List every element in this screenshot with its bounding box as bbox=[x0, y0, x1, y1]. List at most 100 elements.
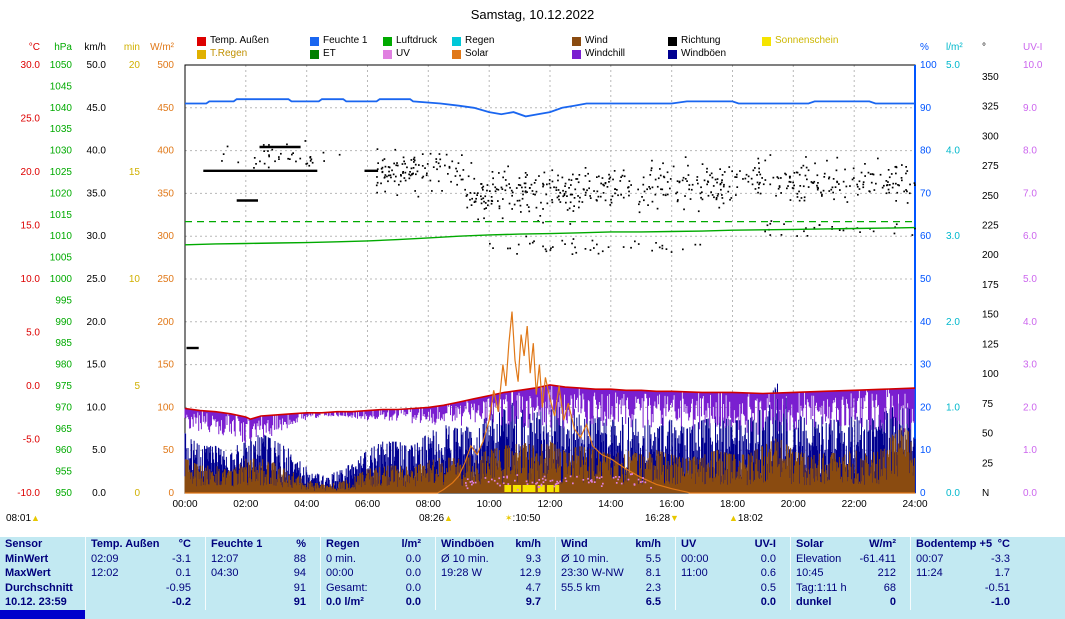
x-tick-label: 14:00 bbox=[598, 499, 623, 510]
axis-tick-label: N bbox=[982, 488, 989, 499]
axis-tick-label: 1010 bbox=[50, 231, 73, 242]
table-row: Durchschnitt-0.9591Gesamt:0.04.755.5 km2… bbox=[0, 581, 1065, 596]
cell-value: 0.0 bbox=[761, 552, 776, 567]
cell-text: MinWert bbox=[5, 552, 48, 567]
axis-tick-label: 1050 bbox=[50, 60, 73, 71]
axis-tick-label: 1020 bbox=[50, 188, 73, 199]
cell-value: 8.1 bbox=[646, 566, 661, 581]
cell-label: Windböen bbox=[441, 537, 494, 552]
legend-label: Feuchte 1 bbox=[323, 36, 367, 46]
sun-event-time: 08:26 bbox=[419, 513, 444, 524]
cell-label: 00:07 bbox=[916, 552, 944, 567]
table-cell: Ø 10 min.9.3 bbox=[435, 552, 555, 567]
cell-value: 5.5 bbox=[646, 552, 661, 567]
cell-label: 04:30 bbox=[211, 566, 239, 581]
axis-tick-label: 250 bbox=[982, 191, 999, 202]
table-cell: 19:28 W12.9 bbox=[435, 566, 555, 581]
table-cell: -0.95 bbox=[85, 581, 205, 596]
axis-tick-label: 70 bbox=[920, 188, 932, 199]
axis-tick-label: 30 bbox=[920, 360, 932, 371]
axis-tick-label: 4.0 bbox=[946, 146, 960, 157]
sun-event-time: 08:01 bbox=[6, 513, 31, 524]
axis-tick-label: 0.0 bbox=[946, 488, 960, 499]
axis-tick-label: 0.0 bbox=[1023, 488, 1037, 499]
sun-event-icon: ✶ bbox=[505, 513, 513, 523]
axis-unit-label: °C bbox=[29, 42, 40, 53]
cell-value: 1.7 bbox=[995, 566, 1010, 581]
cell-value: UV-I bbox=[755, 537, 776, 552]
legend-color-swatch bbox=[452, 37, 461, 46]
x-tick-label: 16:00 bbox=[659, 499, 684, 510]
x-tick-label: 02:00 bbox=[233, 499, 258, 510]
table-cell: dunkel0 bbox=[790, 595, 910, 610]
cell-label: 10:45 bbox=[796, 566, 824, 581]
axis-tick-label: 100 bbox=[920, 60, 937, 71]
sun-time-18-02: ▲18:02 bbox=[729, 513, 763, 524]
cell-value: 9.7 bbox=[526, 595, 541, 610]
axis-tick-label: 1040 bbox=[50, 103, 73, 114]
cell-value: W/m² bbox=[869, 537, 896, 552]
cell-value: °C bbox=[998, 537, 1010, 552]
axis-deg: °350325300275250225200175150125100755025… bbox=[982, 42, 999, 499]
cell-value: 0.5 bbox=[761, 581, 776, 596]
cell-value: 0.0 bbox=[406, 566, 421, 581]
axis-tick-label: 30.0 bbox=[21, 60, 41, 71]
axis-tick-label: 1035 bbox=[50, 124, 73, 135]
axis-tick-label: 10 bbox=[920, 445, 932, 456]
sun-event-icon: ▲ bbox=[444, 513, 453, 523]
table-cell: 0.5 bbox=[675, 581, 790, 596]
cell-value: -3.3 bbox=[991, 552, 1010, 567]
table-row: 10.12. 23:59-0.2910.0 l/m²0.09.76.50.0du… bbox=[0, 595, 1065, 610]
legend-item-et: ET bbox=[310, 49, 336, 59]
axis-unit-label: UV-I bbox=[1023, 42, 1042, 53]
legend-item-richtung: Richtung bbox=[668, 36, 720, 46]
axis-tick-label: 5.0 bbox=[946, 60, 960, 71]
cell-value: 0 bbox=[890, 595, 896, 610]
axis-tick-label: 10.0 bbox=[87, 402, 107, 413]
legend-color-swatch bbox=[452, 50, 461, 59]
axis-tick-label: 80 bbox=[920, 146, 932, 157]
legend-label: Windböen bbox=[681, 49, 726, 59]
legend-item-temp-au-en: Temp. Außen bbox=[197, 36, 269, 46]
header-cell-uv: UVUV-I bbox=[675, 537, 790, 552]
axis-tick-label: 500 bbox=[157, 60, 174, 71]
legend-label: T.Regen bbox=[210, 49, 247, 59]
legend-color-swatch bbox=[572, 37, 581, 46]
cell-label: 23:30 W-NW bbox=[561, 566, 624, 581]
cell-text: Durchschnitt bbox=[5, 581, 73, 596]
table-cell: 00:000.0 bbox=[675, 552, 790, 567]
axis-tick-label: 8.0 bbox=[1023, 146, 1037, 157]
legend-color-swatch bbox=[572, 50, 581, 59]
axis-tick-label: 965 bbox=[55, 424, 72, 435]
legend-item-windb-en: Windböen bbox=[668, 49, 726, 59]
axis-min: min20151050 bbox=[124, 42, 141, 499]
axis-tick-label: 9.0 bbox=[1023, 103, 1037, 114]
axis-tick-label: 995 bbox=[55, 295, 72, 306]
table-cell: Ø 10 min.5.5 bbox=[555, 552, 675, 567]
table-cell: 02:09-3.1 bbox=[85, 552, 205, 567]
cell-value: km/h bbox=[635, 537, 661, 552]
axis-tick-label: 20 bbox=[129, 60, 141, 71]
legend-color-swatch bbox=[668, 37, 677, 46]
table-row: MaxWert12:020.104:309400:000.019:28 W12.… bbox=[0, 566, 1065, 581]
table-cell: 00:000.0 bbox=[320, 566, 435, 581]
cell-label: Regen bbox=[326, 537, 360, 552]
sun-event-time: 16:28 bbox=[645, 513, 670, 524]
cell-value: °C bbox=[179, 537, 191, 552]
legend-label: Temp. Außen bbox=[210, 36, 269, 46]
legend-item-regen: Regen bbox=[452, 36, 494, 46]
weather-app-window: Samstag, 10.12.2022 °C30.025.020.015.010… bbox=[0, 0, 1065, 619]
axis-tick-label: 1015 bbox=[50, 210, 73, 221]
axis-tick-label: 150 bbox=[982, 310, 999, 321]
axis-tick-label: 10 bbox=[129, 274, 141, 285]
header-cell-temp-au-en: Temp. Außen°C bbox=[85, 537, 205, 552]
table-cell: 12:020.1 bbox=[85, 566, 205, 581]
legend-item-t-regen: T.Regen bbox=[197, 49, 247, 59]
sun-time-10-50: ✶:10:50 bbox=[505, 513, 540, 524]
axis-tick-label: 960 bbox=[55, 445, 72, 456]
x-tick-label: 20:00 bbox=[781, 499, 806, 510]
legend-color-swatch bbox=[668, 50, 677, 59]
axis-tick-label: 450 bbox=[157, 103, 174, 114]
axis-tick-label: 20.0 bbox=[21, 167, 41, 178]
axis-tick-label: 980 bbox=[55, 360, 72, 371]
